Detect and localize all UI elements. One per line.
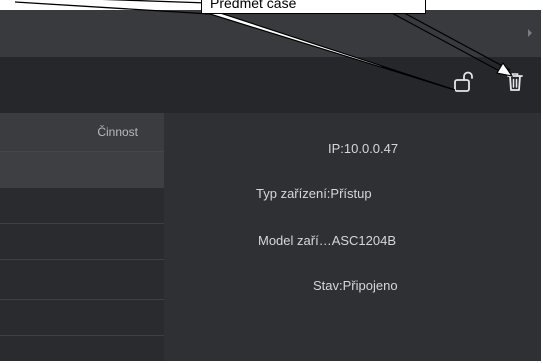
callout-label: Předmět case bbox=[201, 0, 426, 14]
list-header[interactable]: Činnost bbox=[0, 113, 164, 152]
list-row[interactable] bbox=[0, 300, 164, 336]
detail-device-model: Model zaří…ASC1204B bbox=[258, 233, 397, 248]
list-row[interactable] bbox=[0, 264, 164, 300]
detail-ip: IP:10.0.0.47 bbox=[328, 141, 399, 156]
list-row[interactable] bbox=[0, 188, 164, 224]
detail-status: Stav:Připojeno bbox=[313, 278, 398, 293]
device-details-panel: IP:10.0.0.47 Typ zařízení:Přístup Model … bbox=[164, 113, 541, 361]
list-row[interactable] bbox=[0, 224, 164, 260]
trash-icon[interactable] bbox=[503, 70, 527, 94]
detail-device-type: Typ zařízení:Přístup bbox=[256, 186, 372, 201]
device-list: Činnost bbox=[0, 113, 164, 361]
list-row[interactable] bbox=[0, 152, 164, 188]
lock-open-icon[interactable] bbox=[452, 70, 476, 94]
expand-arrow-icon[interactable] bbox=[528, 29, 532, 37]
device-toolbar bbox=[0, 57, 541, 113]
title-bar bbox=[0, 10, 541, 57]
app-window: Činnost IP:10.0.0.47 Typ zařízení:Přístu… bbox=[0, 10, 543, 361]
column-header-cinnost: Činnost bbox=[97, 125, 138, 139]
